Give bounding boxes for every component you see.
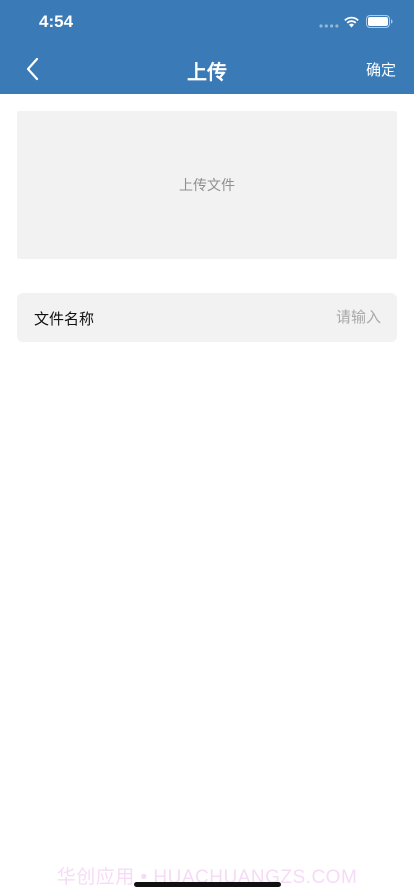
file-name-label: 文件名称 (34, 310, 95, 328)
file-name-input[interactable] (181, 303, 381, 331)
file-name-row: 文件名称 (17, 293, 397, 342)
wifi-icon (344, 16, 359, 28)
status-time: 4:54 (39, 12, 74, 31)
cellular-signal-icon (319, 24, 339, 28)
navigation-bar: 上传 确定 (0, 44, 414, 94)
page-title: 上传 (187, 60, 227, 84)
home-indicator (134, 882, 281, 887)
confirm-button[interactable]: 确定 (366, 59, 396, 80)
status-bar: 4:54 (0, 0, 414, 44)
app-header: 4:54 上传 确定 (0, 0, 414, 94)
battery-icon (366, 15, 393, 28)
upload-file-label: 上传文件 (179, 178, 235, 194)
upload-file-area[interactable]: 上传文件 (17, 111, 397, 259)
